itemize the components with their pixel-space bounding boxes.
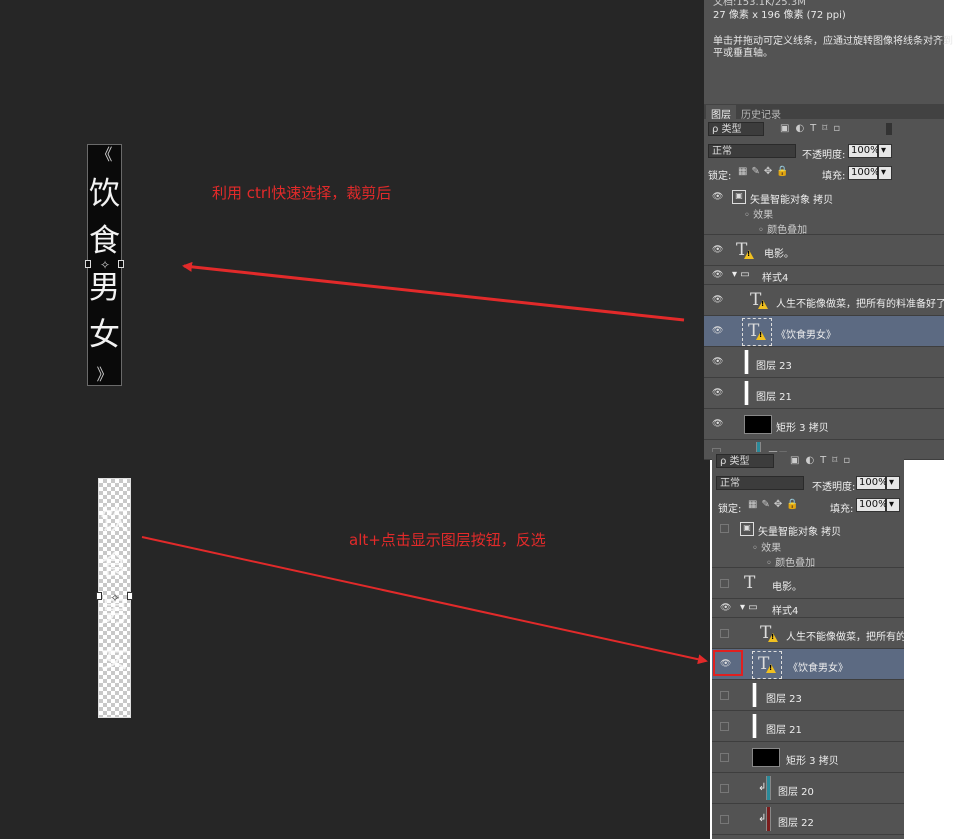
annotation-arrows [141,261,708,665]
arrow-top [182,261,685,322]
arrow-bottom [141,536,708,665]
